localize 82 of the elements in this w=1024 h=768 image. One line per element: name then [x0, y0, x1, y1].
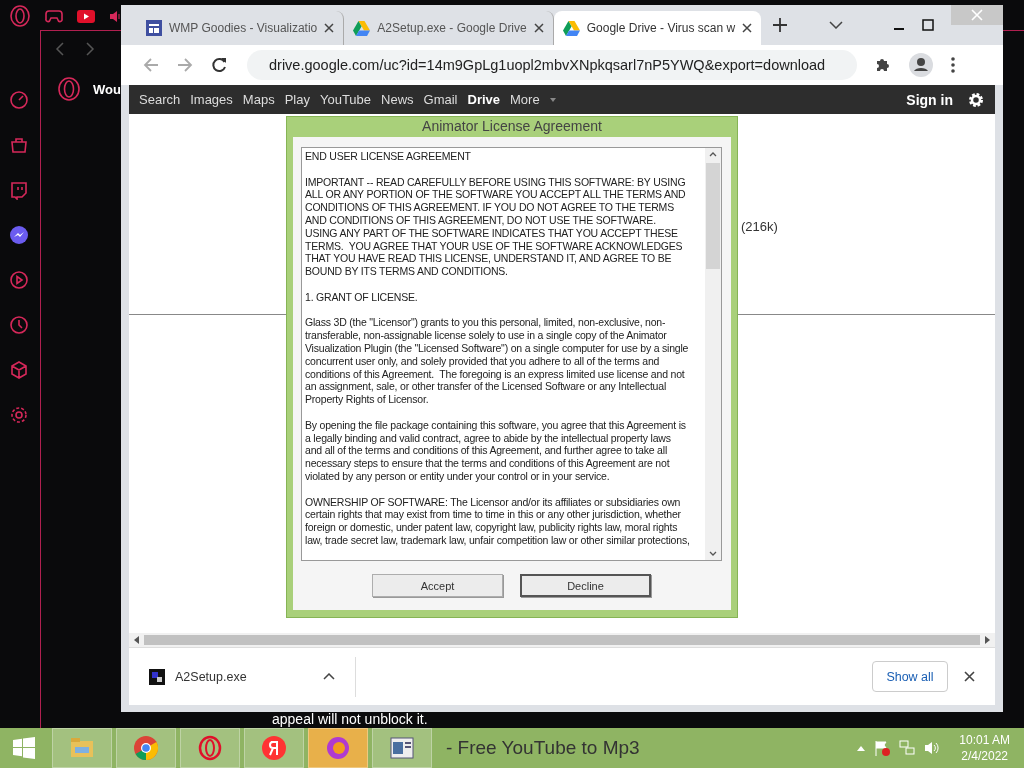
nav-link[interactable]: News — [381, 92, 414, 107]
speaker-icon[interactable] — [109, 9, 121, 23]
browser-tab[interactable]: Google Drive - Virus scan w — [553, 11, 762, 45]
shopping-bag-icon[interactable] — [9, 135, 29, 155]
scroll-left-icon[interactable] — [134, 636, 139, 644]
nav-link[interactable]: YouTube — [319, 92, 372, 107]
scroll-thumb[interactable] — [706, 163, 720, 269]
nav-link[interactable]: More — [510, 92, 540, 107]
nav-link[interactable]: Images — [190, 92, 233, 107]
license-paragraph: By opening the file package containing this software, you agree that this Agreement is a legally binding and valid contract, agree to abide by the intellectual property laws and all of the terms and conditions of this Agreement, and further agree to take all necessary steps to ensure that the terms and conditions of this Agreement are not violated by any person or entity under your control or in your service. — [305, 418, 687, 483]
windows-logo-icon — [13, 737, 35, 759]
nav-link[interactable]: Search — [139, 92, 181, 107]
scroll-up-icon[interactable] — [709, 152, 717, 157]
play-circle-icon[interactable] — [9, 270, 29, 290]
app-window-icon — [389, 735, 415, 761]
license-paragraph: OWNERSHIP OF SOFTWARE: The Licensor and/or its affiliates or subsidiaries own certain rights that may exist from time to time in this or any other jurisdiction, whether foreign or domestic, under patent law, copyright law, publicity rights law, moral rights law, trade secret law, trademark law, unfair competition law or other similar protections, — [305, 495, 691, 547]
nav-link[interactable]: Gmail — [423, 92, 458, 107]
opera-logo-icon — [197, 735, 223, 761]
settings-icon[interactable] — [967, 90, 985, 109]
chevron-down-icon[interactable] — [829, 21, 843, 29]
taskbar-button[interactable] — [372, 728, 432, 768]
scroll-down-icon[interactable] — [709, 551, 717, 556]
flag-icon[interactable] — [874, 740, 891, 756]
close-icon — [971, 9, 983, 21]
address-bar[interactable]: drive.google.com/uc?id=14m9GpLg1uopl2mbvXNpkqsarl7nP5YWQ&export=download — [247, 50, 857, 80]
plus-icon[interactable] — [773, 18, 788, 32]
chevron-up-icon[interactable] — [323, 673, 335, 680]
ring-logo-icon — [325, 735, 351, 761]
scroll-thumb[interactable] — [144, 635, 980, 645]
caption-text: appeal will not unblock it. — [272, 711, 428, 727]
file-icon — [149, 668, 165, 685]
taskbar-button[interactable] — [308, 728, 368, 768]
triangle-logo-icon — [562, 20, 580, 36]
license-paragraph: IMPORTANT -- READ CAREFULLY BEFORE USING THIS SOFTWARE: BY USING ALL OR ANY PORTION OF THE SOFTWARE YOU ACCEPT ALL THE TERMS AND CONDITIONS OF THIS AGREEMENT. IF YOU DO NOT AGREE TO THE TERMS AND CONDITIONS OF THIS AGREEMENT, DO NOT USE THE SOFTWARE. USING ANY PART OF THE SOFTWARE INDICATES THAT YOU ACCEPT THESE TERMS. YOU AGREE THAT YOUR USE OF THE SOFTWARE ACKNOWLEDGES THAT YOU HAVE READ THIS LICENSE, UNDERSTAND IT, AND AGREE TO BE BOUND BY ITS TERMS AND CONDITIONS. — [305, 175, 687, 278]
taskbar-button[interactable] — [244, 728, 304, 768]
window-title-text: - Free YouTube to Mp3 — [446, 737, 640, 759]
dialog-button[interactable]: Decline — [520, 574, 651, 597]
taskbar-button[interactable] — [116, 728, 176, 768]
vertical-scrollbar[interactable] — [705, 148, 721, 560]
caret-icon — [549, 97, 556, 102]
letter-ya-icon — [261, 735, 287, 761]
user-avatar-icon[interactable] — [909, 53, 933, 77]
license-paragraph: 1. GRANT OF LICENSE. — [305, 290, 419, 304]
clock-icon[interactable] — [9, 315, 29, 335]
video-icon[interactable] — [77, 9, 95, 23]
messenger-icon[interactable] — [9, 225, 29, 245]
back-arrow-icon[interactable] — [143, 57, 159, 73]
caret-up-icon[interactable] — [857, 745, 866, 751]
chat-bubble-icon[interactable] — [9, 180, 29, 200]
taskbar-button[interactable] — [180, 728, 240, 768]
close-icon[interactable] — [964, 671, 975, 682]
nav-link[interactable]: Maps — [242, 92, 275, 107]
nav-link[interactable]: Drive — [467, 92, 501, 107]
dialog-button[interactable]: Accept — [372, 574, 503, 597]
dialog-title: Animator License Agreement — [421, 117, 603, 136]
speaker-icon[interactable] — [924, 740, 941, 756]
forward-arrow-icon[interactable] — [177, 57, 193, 73]
license-paragraph: Glass 3D (the "Licensor") grants to you this personal, limited, non-exclusive, non- transferable, non-assignable license solely to use in a single copy of the Animator Visualization Plugin (the "Licensed Software") on a single computer for use by a single concurrent user only, and solely provided that you adhere to all of the terms and conditions of this Agreement. The foregoing is an express limited use license and not an assignment, sale, or other transfer of the Licensed Software or any Intellectual Property Rights of Licensor. — [305, 316, 690, 406]
maximize-icon[interactable] — [922, 19, 934, 31]
opera-logo-icon — [57, 77, 81, 101]
sign-in-link[interactable]: Sign in — [906, 91, 953, 108]
chrome-icon — [133, 735, 159, 761]
window-layout-icon — [146, 20, 162, 36]
speedometer-icon[interactable] — [9, 90, 29, 110]
reload-icon[interactable] — [211, 57, 227, 73]
puzzle-piece-icon[interactable] — [875, 57, 891, 73]
horizontal-scrollbar[interactable] — [129, 633, 995, 647]
nav-link[interactable]: Play — [284, 92, 310, 107]
close-icon[interactable] — [533, 23, 544, 33]
scroll-right-icon[interactable] — [985, 636, 990, 644]
cube-icon[interactable] — [9, 360, 29, 380]
file-size-text: (216k) — [741, 219, 778, 234]
download-item[interactable]: A2Setup.exe — [149, 656, 356, 697]
triangle-logo-icon — [353, 20, 371, 36]
page-title: Wou — [93, 81, 121, 97]
close-icon[interactable] — [324, 23, 335, 33]
opera-logo-icon[interactable] — [9, 5, 31, 27]
show-all-button[interactable]: Show all — [872, 661, 948, 692]
gamepad-icon[interactable] — [45, 9, 63, 23]
more-options-icon[interactable] — [951, 57, 955, 73]
license-paragraph: END USER LICENSE AGREEMENT — [305, 150, 472, 163]
close-icon[interactable] — [742, 23, 753, 33]
